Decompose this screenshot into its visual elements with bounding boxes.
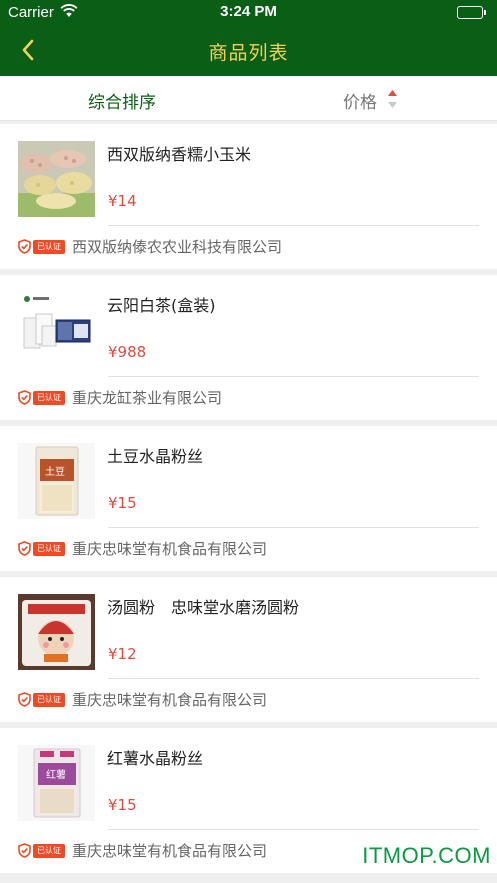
company-name[interactable]: 西双版纳傣农农业科技有限公司 (72, 236, 282, 257)
divider (108, 829, 479, 830)
product-name[interactable]: 西双版纳香糯小玉米 (107, 141, 251, 165)
certified-label: 已认证 (33, 541, 65, 556)
product-image-sweet-potato-vermicelli[interactable]: 红薯 (18, 745, 95, 821)
product-price: ¥988 (108, 343, 147, 361)
status-time: 3:24 PM (220, 3, 277, 20)
product-name[interactable]: 汤圆粉 忠味堂水磨汤圆粉 (107, 594, 299, 618)
page-title: 商品列表 (208, 42, 289, 64)
sort-price-tab[interactable]: 价格 (343, 88, 377, 113)
product-price: ¥15 (108, 796, 137, 814)
shield-check-icon (18, 692, 31, 707)
certified-label: 已认证 (33, 843, 65, 858)
svg-text:红薯: 红薯 (46, 768, 66, 781)
product-name[interactable]: 红薯水晶粉丝 (107, 745, 203, 769)
company-name[interactable]: 重庆龙缸茶业有限公司 (72, 387, 222, 408)
product-image-potato-vermicelli[interactable]: 土豆 (18, 443, 95, 519)
battery-icon (457, 6, 486, 19)
sort-bar: 综合排序 价格 (0, 76, 497, 121)
divider (108, 376, 479, 377)
divider (108, 527, 479, 528)
company-name[interactable]: 重庆忠味堂有机食品有限公司 (72, 840, 267, 861)
product-image-tea[interactable] (18, 292, 95, 368)
product-price: ¥15 (108, 494, 137, 512)
product-card[interactable]: 汤圆粉 忠味堂水磨汤圆粉 ¥12 已认证 重庆忠味堂有机食品有限公司 (0, 577, 497, 722)
certified-badge: 已认证 (18, 238, 65, 255)
product-price: ¥12 (108, 645, 137, 663)
certified-label: 已认证 (33, 390, 65, 405)
certified-badge: 已认证 (18, 842, 65, 859)
certified-label: 已认证 (33, 692, 65, 707)
status-bar: Carrier 3:24 PM (0, 0, 497, 26)
svg-text:土豆: 土豆 (45, 465, 65, 478)
app-header: Carrier 3:24 PM 商品列表 (0, 0, 497, 76)
divider (108, 225, 479, 226)
watermark: ITMOP.COM (362, 843, 491, 868)
company-name[interactable]: 重庆忠味堂有机食品有限公司 (72, 689, 267, 710)
shield-check-icon (18, 843, 31, 858)
shield-check-icon (18, 390, 31, 405)
sort-arrows-icon[interactable] (387, 89, 398, 109)
product-image-glutinous-rice-flour[interactable] (18, 594, 95, 670)
product-card[interactable]: 西双版纳香糯小玉米 ¥14 已认证 西双版纳傣农农业科技有限公司 (0, 124, 497, 269)
sort-comprehensive-tab[interactable]: 综合排序 (88, 88, 156, 113)
product-card[interactable]: 云阳白茶(盒装) ¥988 已认证 重庆龙缸茶业有限公司 (0, 275, 497, 420)
certified-badge: 已认证 (18, 691, 65, 708)
certified-label: 已认证 (33, 239, 65, 254)
product-price: ¥14 (108, 192, 137, 210)
company-name[interactable]: 重庆忠味堂有机食品有限公司 (72, 538, 267, 559)
shield-check-icon (18, 239, 31, 254)
product-image-corn[interactable] (18, 141, 95, 217)
shield-check-icon (18, 541, 31, 556)
certified-badge: 已认证 (18, 540, 65, 557)
product-name[interactable]: 土豆水晶粉丝 (107, 443, 203, 467)
divider (108, 678, 479, 679)
certified-badge: 已认证 (18, 389, 65, 406)
product-card[interactable]: 土豆 土豆水晶粉丝 ¥15 已认证 重庆忠味堂有机食品有限公司 (0, 426, 497, 571)
product-name[interactable]: 云阳白茶(盒装) (107, 292, 216, 316)
